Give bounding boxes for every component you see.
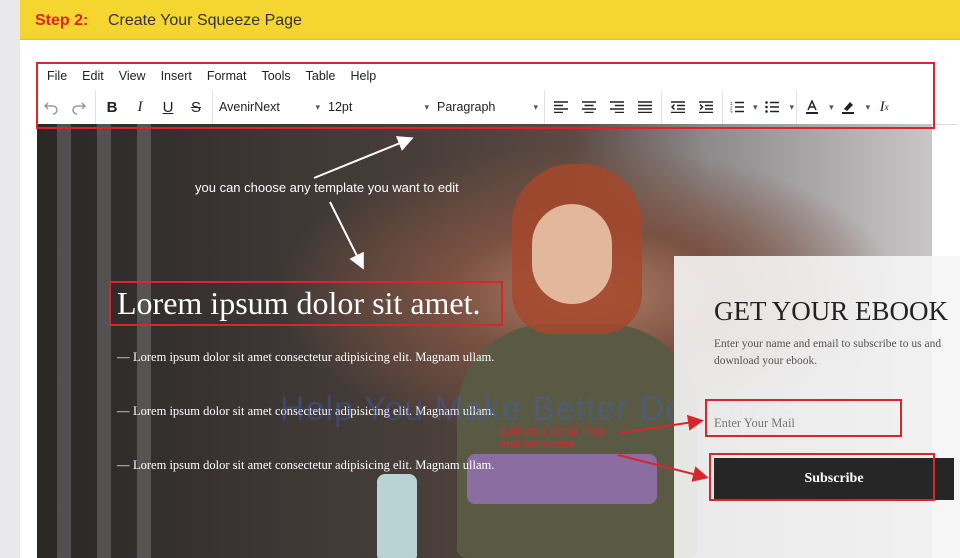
menu-view[interactable]: View xyxy=(114,69,151,83)
form-description: Enter your name and email to subscribe t… xyxy=(714,338,942,367)
chevron-down-icon: ▾ xyxy=(424,101,429,112)
bullet-list-icon[interactable] xyxy=(758,94,786,120)
water-bottle-image xyxy=(377,474,417,558)
step-number: Step 2: xyxy=(35,12,89,29)
form-title: GET YOUR EBOOK xyxy=(714,296,948,326)
gym-rack-image xyxy=(57,124,177,558)
toolbar-divider xyxy=(544,90,545,124)
italic-icon[interactable]: I xyxy=(126,94,154,120)
list-item-text: Lorem ipsum dolor sit amet consectetur a… xyxy=(133,458,495,472)
block-format-value: Paragraph xyxy=(437,100,496,114)
toolbar-divider xyxy=(212,90,213,124)
menu-table[interactable]: Table xyxy=(301,69,341,83)
font-family-value: AvenirNext xyxy=(219,100,280,114)
toolbar-divider xyxy=(95,90,96,124)
bullet-dash: — xyxy=(117,404,130,418)
highlight-icon[interactable] xyxy=(834,94,862,120)
redo-icon[interactable] xyxy=(65,94,93,120)
toolbar-divider xyxy=(796,90,798,124)
indent-icon[interactable] xyxy=(692,94,720,120)
menu-format[interactable]: Format xyxy=(202,69,252,83)
bold-icon[interactable]: B xyxy=(98,94,126,120)
template-annotation: you can choose any template you want to … xyxy=(195,180,459,195)
bullet-dash: — xyxy=(117,458,130,472)
email-annotation: add your email here and subscribe xyxy=(500,425,606,451)
editor-toolbar: B I U S AvenirNext ▾ 12pt ▾ Paragraph ▾ xyxy=(37,90,957,125)
strikethrough-icon[interactable]: S xyxy=(182,94,210,120)
toolbar-divider xyxy=(661,90,662,124)
step-header: Step 2: Create Your Squeeze Page xyxy=(20,0,960,40)
font-family-select[interactable]: AvenirNext ▾ xyxy=(215,94,324,120)
toolbar-divider xyxy=(722,90,723,124)
font-size-select[interactable]: 12pt ▾ xyxy=(324,94,433,120)
menu-file[interactable]: File xyxy=(42,69,72,83)
bullet-dash: — xyxy=(117,350,130,364)
align-center-icon[interactable] xyxy=(575,94,603,120)
underline-icon[interactable]: U xyxy=(154,94,182,120)
list-item-text: Lorem ipsum dolor sit amet consectetur a… xyxy=(133,350,495,364)
svg-text:3: 3 xyxy=(730,110,733,113)
menu-edit[interactable]: Edit xyxy=(77,69,109,83)
chevron-down-icon: ▾ xyxy=(315,101,320,112)
text-color-icon[interactable] xyxy=(799,94,825,120)
block-format-select[interactable]: Paragraph ▾ xyxy=(433,94,542,120)
font-size-value: 12pt xyxy=(328,100,353,114)
step-title: Create Your Squeeze Page xyxy=(108,12,302,29)
ebook-form: GET YOUR EBOOK Enter your name and email… xyxy=(674,256,960,558)
menu-tools[interactable]: Tools xyxy=(256,69,295,83)
align-left-icon[interactable] xyxy=(547,94,575,120)
chevron-down-icon: ▾ xyxy=(533,101,538,112)
list-item[interactable]: — Lorem ipsum dolor sit amet consectetur… xyxy=(117,347,497,367)
menu-insert[interactable]: Insert xyxy=(156,69,197,83)
align-justify-icon[interactable] xyxy=(631,94,659,120)
woman-image-face xyxy=(532,204,612,304)
page-heading[interactable]: Lorem ipsum dolor sit amet. xyxy=(117,285,481,322)
list-item[interactable]: — Lorem ipsum dolor sit amet consectetur… xyxy=(117,455,497,475)
chevron-down-icon[interactable]: ▾ xyxy=(790,102,795,113)
email-field[interactable] xyxy=(710,408,900,438)
numbered-list-icon[interactable]: 123 xyxy=(725,94,749,120)
align-right-icon[interactable] xyxy=(603,94,631,120)
email-annotation-line2: and subscribe xyxy=(500,437,575,451)
editor-menubar: File Edit View Insert Format Tools Table… xyxy=(37,62,932,90)
undo-icon[interactable] xyxy=(37,94,65,120)
clear-formatting-icon[interactable]: Ix xyxy=(870,94,898,120)
menu-help[interactable]: Help xyxy=(346,69,382,83)
subscribe-button[interactable]: Subscribe xyxy=(714,458,954,500)
outdent-icon[interactable] xyxy=(664,94,692,120)
